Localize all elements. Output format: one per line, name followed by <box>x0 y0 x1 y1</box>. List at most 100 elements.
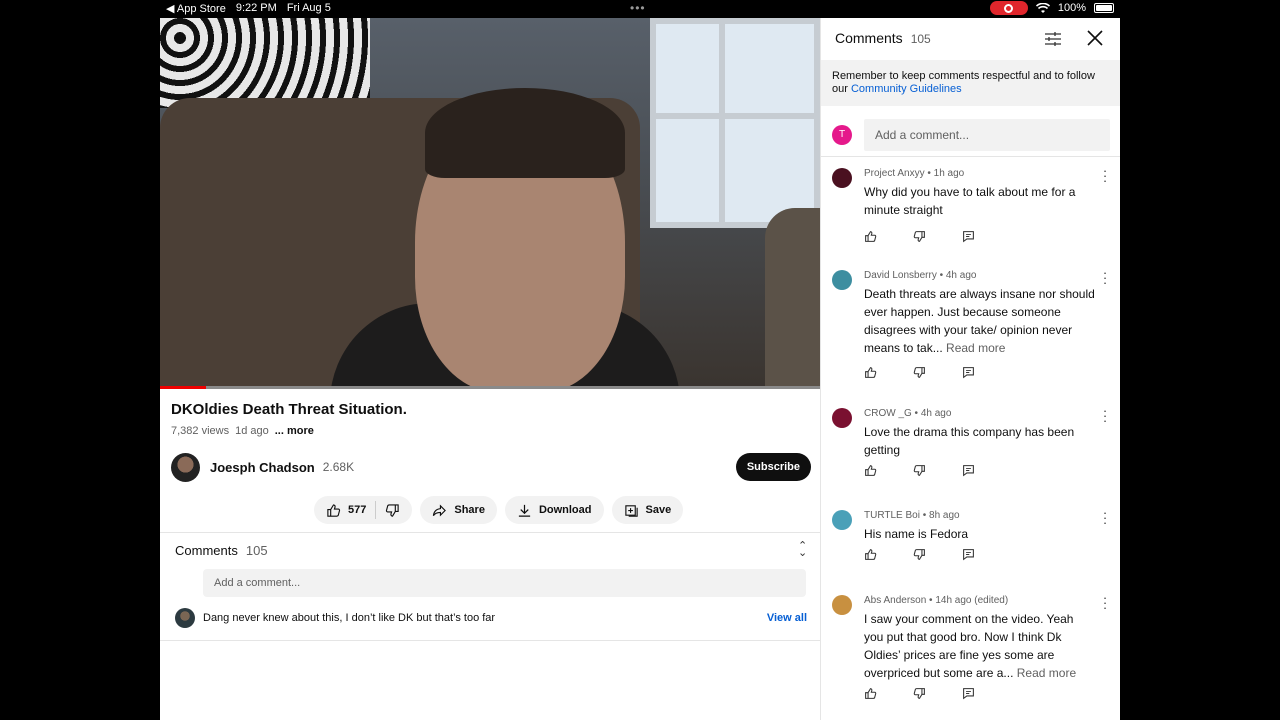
download-icon <box>518 504 531 517</box>
comment-text: His name is Fedora <box>864 525 1096 543</box>
preview-comment-text: Dang never knew about this, I don’t like… <box>203 612 496 624</box>
screen-recording-icon[interactable] <box>989 1 1028 15</box>
subscribe-button[interactable]: Subscribe <box>735 453 811 481</box>
video-frame-chair <box>765 208 820 388</box>
download-button[interactable]: Download <box>504 496 604 524</box>
like-count[interactable]: 577 <box>348 504 366 516</box>
video-meta: 7,382 views 1d ago ... more <box>171 425 314 437</box>
status-date: Fri Aug 5 <box>286 2 331 14</box>
share-label: Share <box>454 504 485 516</box>
save-button[interactable]: Save <box>611 496 684 524</box>
panel-comment-input[interactable]: Add a comment... <box>864 119 1110 151</box>
more-options-icon[interactable]: · · · <box>1100 164 1110 187</box>
multitasking-dots-icon[interactable]: ••• <box>630 1 646 15</box>
community-notice: Remember to keep comments respectful and… <box>821 60 1120 106</box>
more-options-icon[interactable]: · · · <box>1100 591 1110 614</box>
reply-icon[interactable] <box>962 687 975 705</box>
save-label: Save <box>645 504 672 516</box>
wifi-icon <box>1035 2 1050 13</box>
dislike-icon[interactable] <box>913 366 926 384</box>
reply-icon[interactable] <box>962 464 975 482</box>
comment-actions <box>864 687 975 705</box>
subscriber-count: 2.68K <box>322 460 355 474</box>
comment-meta: CROW _G • 4h ago <box>864 408 952 419</box>
save-playlist-icon <box>624 504 638 517</box>
community-guidelines-link[interactable]: Community Guidelines <box>851 83 962 95</box>
comment-text: Love the drama this company has been get… <box>864 423 1096 459</box>
comment-meta: TURTLE Boi • 8h ago <box>864 510 960 521</box>
comment-age: 1h ago <box>933 168 965 179</box>
comment-actions <box>864 230 975 248</box>
close-icon[interactable] <box>1085 28 1105 48</box>
expand-collapse-icon[interactable]: ⌃ ⌄ <box>798 541 807 559</box>
comment-meta: Abs Anderson • 14h ago (edited) <box>864 595 1009 606</box>
back-to-app-store[interactable]: ◀ App Store <box>166 2 226 15</box>
like-icon[interactable] <box>864 687 877 705</box>
commenter-avatar[interactable] <box>832 168 852 188</box>
comment-age: 4h ago <box>945 270 977 281</box>
more-options-icon[interactable]: · · · <box>1100 506 1110 529</box>
comment-age: 14h ago (edited) <box>935 595 1009 606</box>
description-more-link[interactable]: ... more <box>275 425 314 437</box>
share-icon <box>433 503 447 517</box>
comment-author[interactable]: CROW _G <box>864 408 912 419</box>
progress-played <box>160 386 207 389</box>
view-all-comments-link[interactable]: View all <box>767 612 807 624</box>
comments-count: 105 <box>245 543 268 558</box>
share-button[interactable]: Share <box>420 496 497 524</box>
channel-name[interactable]: Joesph Chadson <box>210 460 315 475</box>
comment-author[interactable]: TURTLE Boi <box>864 510 920 521</box>
comment-meta: Project Anxyy • 1h ago <box>864 168 965 179</box>
commenter-avatar[interactable] <box>832 270 852 290</box>
commenter-avatar[interactable] <box>832 408 852 428</box>
like-icon[interactable] <box>864 230 877 248</box>
comment-input[interactable]: Add a comment... <box>203 569 806 597</box>
comment-age: 4h ago <box>920 408 952 419</box>
dislike-icon[interactable] <box>385 503 400 518</box>
comment-actions <box>864 464 975 482</box>
reply-icon[interactable] <box>962 548 975 566</box>
more-options-icon[interactable]: · · · <box>1100 404 1110 427</box>
reply-icon[interactable] <box>962 230 975 248</box>
add-comment-row: T Add a comment... <box>832 119 1110 151</box>
read-more-link[interactable]: Read more <box>946 341 1005 355</box>
preview-commenter-avatar <box>175 608 195 628</box>
dislike-icon[interactable] <box>913 464 926 482</box>
comment-author[interactable]: Project Anxyy <box>864 168 925 179</box>
commenter-avatar[interactable] <box>832 595 852 615</box>
panel-title: Comments <box>835 30 903 46</box>
comment-body: Why did you have to talk about me for a … <box>864 185 1076 217</box>
dislike-icon[interactable] <box>913 230 926 248</box>
like-icon[interactable] <box>864 548 877 566</box>
comment-author[interactable]: Abs Anderson <box>864 595 926 606</box>
like-icon[interactable] <box>864 366 877 384</box>
comment-meta: David Lonsberry • 4h ago <box>864 270 977 281</box>
status-bar: ◀ App Store 9:22 PM Fri Aug 5 ••• 100% <box>160 0 1120 18</box>
panel-comment-count: 105 <box>910 32 931 46</box>
like-icon[interactable] <box>864 464 877 482</box>
video-title: DKOldies Death Threat Situation. <box>171 401 407 418</box>
panel-header: Comments 105 <box>835 30 931 46</box>
dislike-icon[interactable] <box>913 687 926 705</box>
video-player[interactable] <box>160 18 820 388</box>
video-progress-bar[interactable] <box>160 386 820 389</box>
upload-age: 1d ago <box>235 425 269 437</box>
comment-author[interactable]: David Lonsberry <box>864 270 937 281</box>
video-frame-hair <box>425 88 625 178</box>
like-dislike-group: 577 <box>314 496 413 524</box>
dislike-icon[interactable] <box>913 548 926 566</box>
commenter-avatar[interactable] <box>832 510 852 530</box>
channel-row: Joesph Chadson 2.68K Subscribe <box>171 452 811 482</box>
channel-avatar[interactable] <box>171 452 200 482</box>
comment-preview[interactable]: Dang never knew about this, I don’t like… <box>175 608 807 628</box>
like-icon[interactable] <box>326 503 341 518</box>
read-more-link[interactable]: Read more <box>1017 666 1076 680</box>
comment-actions <box>864 548 975 566</box>
download-label: Download <box>538 504 592 516</box>
status-time: 9:22 PM <box>235 2 277 14</box>
more-options-icon[interactable]: · · · <box>1100 266 1110 289</box>
section-divider <box>160 532 820 533</box>
comments-header[interactable]: Comments 105 <box>175 543 268 558</box>
filter-sort-icon[interactable] <box>1043 29 1063 49</box>
reply-icon[interactable] <box>962 366 975 384</box>
